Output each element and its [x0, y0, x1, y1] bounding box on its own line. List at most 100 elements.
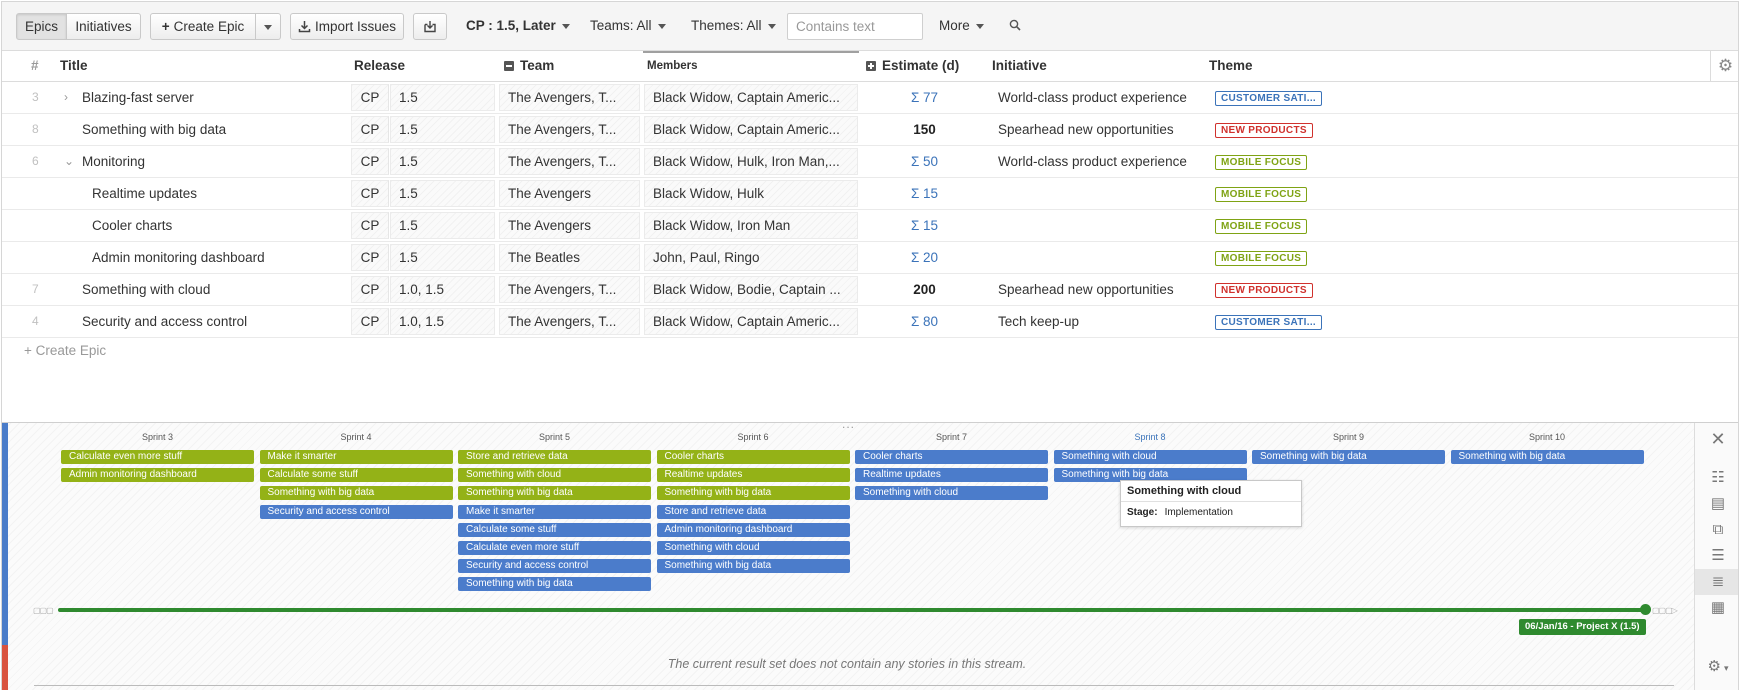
- search-button[interactable]: [1009, 13, 1021, 40]
- team-cell[interactable]: The Beatles: [499, 244, 640, 271]
- import-issues-button[interactable]: Import Issues: [290, 13, 404, 40]
- story-card[interactable]: Admin monitoring dashboard: [656, 522, 850, 537]
- estimate-cell[interactable]: Σ 15: [862, 178, 987, 209]
- theme-badge[interactable]: CUSTOMER SATI...: [1215, 315, 1322, 330]
- story-card[interactable]: Admin monitoring dashboard: [61, 468, 254, 483]
- story-card[interactable]: Security and access control: [259, 504, 453, 519]
- release-filter[interactable]: CP : 1.5, Later: [466, 13, 570, 40]
- initiative-cell[interactable]: [998, 210, 1208, 241]
- expand-icon[interactable]: [866, 61, 876, 71]
- story-card[interactable]: Calculate even more stuff: [61, 450, 254, 464]
- release-tag[interactable]: 06/Jan/16 - Project X (1.5): [1519, 619, 1646, 635]
- stacked-view-icon[interactable]: ☰: [1695, 543, 1738, 569]
- release-project[interactable]: CP: [351, 84, 389, 111]
- release-project[interactable]: CP: [351, 148, 389, 175]
- epic-title[interactable]: Realtime updates: [92, 178, 352, 209]
- story-card[interactable]: Store and retrieve data: [458, 450, 651, 464]
- estimate-cell[interactable]: Σ 20: [862, 242, 987, 273]
- col-team[interactable]: Team: [504, 51, 554, 81]
- more-menu[interactable]: More: [939, 13, 984, 40]
- release-project[interactable]: CP: [351, 212, 389, 239]
- themes-filter[interactable]: Themes: All: [691, 13, 776, 40]
- team-cell[interactable]: The Avengers, T...: [499, 84, 640, 111]
- tab-initiatives[interactable]: Initiatives: [67, 13, 141, 40]
- members-cell[interactable]: Black Widow, Bodie, Captain ...: [644, 276, 858, 303]
- col-theme[interactable]: Theme: [1209, 51, 1253, 81]
- list-view-icon[interactable]: ≣: [1695, 569, 1738, 595]
- members-cell[interactable]: Black Widow, Iron Man: [644, 212, 858, 239]
- create-epic-button[interactable]: + Create Epic: [150, 13, 256, 40]
- story-card[interactable]: Calculate some stuff: [259, 468, 453, 483]
- team-cell[interactable]: The Avengers, T...: [499, 116, 640, 143]
- story-card[interactable]: Security and access control: [458, 559, 651, 574]
- expand-chevron-icon[interactable]: ⌄: [64, 146, 74, 177]
- story-card[interactable]: Calculate some stuff: [458, 522, 651, 537]
- release-project[interactable]: CP: [351, 180, 389, 207]
- members-cell[interactable]: Black Widow, Captain Americ...: [644, 116, 858, 143]
- members-cell[interactable]: Black Widow, Captain Americ...: [644, 84, 858, 111]
- epic-title[interactable]: Something with big data: [82, 114, 342, 145]
- estimate-cell[interactable]: Σ 50: [862, 146, 987, 177]
- table-row[interactable]: 7 Something with cloud CP 1.0, 1.5 The Aveng…: [2, 274, 1738, 306]
- initiative-cell[interactable]: Spearhead new opportunities: [998, 274, 1208, 305]
- teams-filter[interactable]: Teams: All: [590, 13, 666, 40]
- release-version[interactable]: 1.5: [390, 244, 495, 271]
- team-cell[interactable]: The Avengers: [499, 212, 640, 239]
- story-card[interactable]: Something with big data: [259, 486, 453, 501]
- story-card[interactable]: Something with big data: [1450, 450, 1644, 464]
- col-members[interactable]: Members: [647, 51, 698, 81]
- estimate-cell[interactable]: 150: [862, 114, 987, 145]
- initiative-cell[interactable]: [998, 242, 1208, 273]
- col-estimate[interactable]: Estimate (d): [866, 51, 959, 81]
- story-card[interactable]: Make it smarter: [458, 504, 651, 519]
- table-row[interactable]: Realtime updates CP 1.5 The Avengers Black W…: [2, 178, 1738, 210]
- story-card[interactable]: Store and retrieve data: [656, 504, 850, 519]
- estimate-cell[interactable]: Σ 77: [862, 82, 987, 113]
- release-marker[interactable]: [1640, 604, 1651, 615]
- story-card[interactable]: Something with big data: [656, 559, 850, 574]
- members-cell[interactable]: Black Widow, Captain Americ...: [644, 308, 858, 335]
- team-cell[interactable]: The Avengers: [499, 180, 640, 207]
- theme-badge[interactable]: MOBILE FOCUS: [1215, 187, 1308, 202]
- initiative-cell[interactable]: World-class product experience: [998, 82, 1208, 113]
- epic-title[interactable]: Cooler charts: [92, 210, 352, 241]
- table-row[interactable]: Cooler charts CP 1.5 The Avengers Black Wido…: [2, 210, 1738, 242]
- story-card[interactable]: Something with big data: [458, 486, 651, 501]
- story-card[interactable]: Cooler charts: [855, 450, 1048, 464]
- table-row[interactable]: 3 › Blazing-fast server CP 1.5 The Avengers, …: [2, 82, 1738, 114]
- table-row[interactable]: 4 Security and access control CP 1.0, 1.5 Th…: [2, 306, 1738, 338]
- release-project[interactable]: CP: [351, 244, 389, 271]
- theme-badge[interactable]: NEW PRODUCTS: [1215, 283, 1313, 298]
- story-card[interactable]: Cooler charts: [656, 450, 850, 464]
- release-version[interactable]: 1.5: [390, 180, 495, 207]
- board-view-icon[interactable]: ▦: [1695, 595, 1738, 621]
- members-cell[interactable]: Black Widow, Hulk: [644, 180, 858, 207]
- members-cell[interactable]: John, Paul, Ringo: [644, 244, 858, 271]
- export-button[interactable]: [413, 13, 447, 40]
- story-card[interactable]: Make it smarter: [259, 450, 453, 464]
- col-title[interactable]: Title: [60, 51, 88, 81]
- bottom-scrollbar[interactable]: [34, 685, 1674, 686]
- release-version[interactable]: 1.5: [390, 84, 495, 111]
- story-card[interactable]: Something with cloud: [458, 468, 651, 483]
- team-cell[interactable]: The Avengers, T...: [499, 308, 640, 335]
- release-version[interactable]: 1.5: [390, 212, 495, 239]
- card-view-icon[interactable]: ▤: [1695, 491, 1738, 517]
- close-icon[interactable]: ✕: [1695, 426, 1738, 452]
- table-row[interactable]: 8 Something with big data CP 1.5 The Avenger…: [2, 114, 1738, 146]
- initiative-cell[interactable]: Tech keep-up: [998, 306, 1208, 337]
- release-version[interactable]: 1.0, 1.5: [390, 308, 495, 335]
- create-epic-dropdown[interactable]: [256, 13, 281, 40]
- estimate-cell[interactable]: Σ 80: [862, 306, 987, 337]
- theme-badge[interactable]: MOBILE FOCUS: [1215, 251, 1308, 266]
- theme-badge[interactable]: MOBILE FOCUS: [1215, 155, 1308, 170]
- team-cell[interactable]: The Avengers, T...: [499, 148, 640, 175]
- epic-title[interactable]: Admin monitoring dashboard: [92, 242, 352, 273]
- col-num[interactable]: #: [31, 51, 39, 81]
- theme-badge[interactable]: MOBILE FOCUS: [1215, 219, 1308, 234]
- story-card[interactable]: Realtime updates: [656, 468, 850, 483]
- column-settings-button[interactable]: ⚙: [1710, 51, 1738, 81]
- epic-title[interactable]: Blazing-fast server: [82, 82, 342, 113]
- story-card[interactable]: Something with big data: [656, 486, 850, 501]
- table-row[interactable]: 6 ⌄ Monitoring CP 1.5 The Avengers, T... Black…: [2, 146, 1738, 178]
